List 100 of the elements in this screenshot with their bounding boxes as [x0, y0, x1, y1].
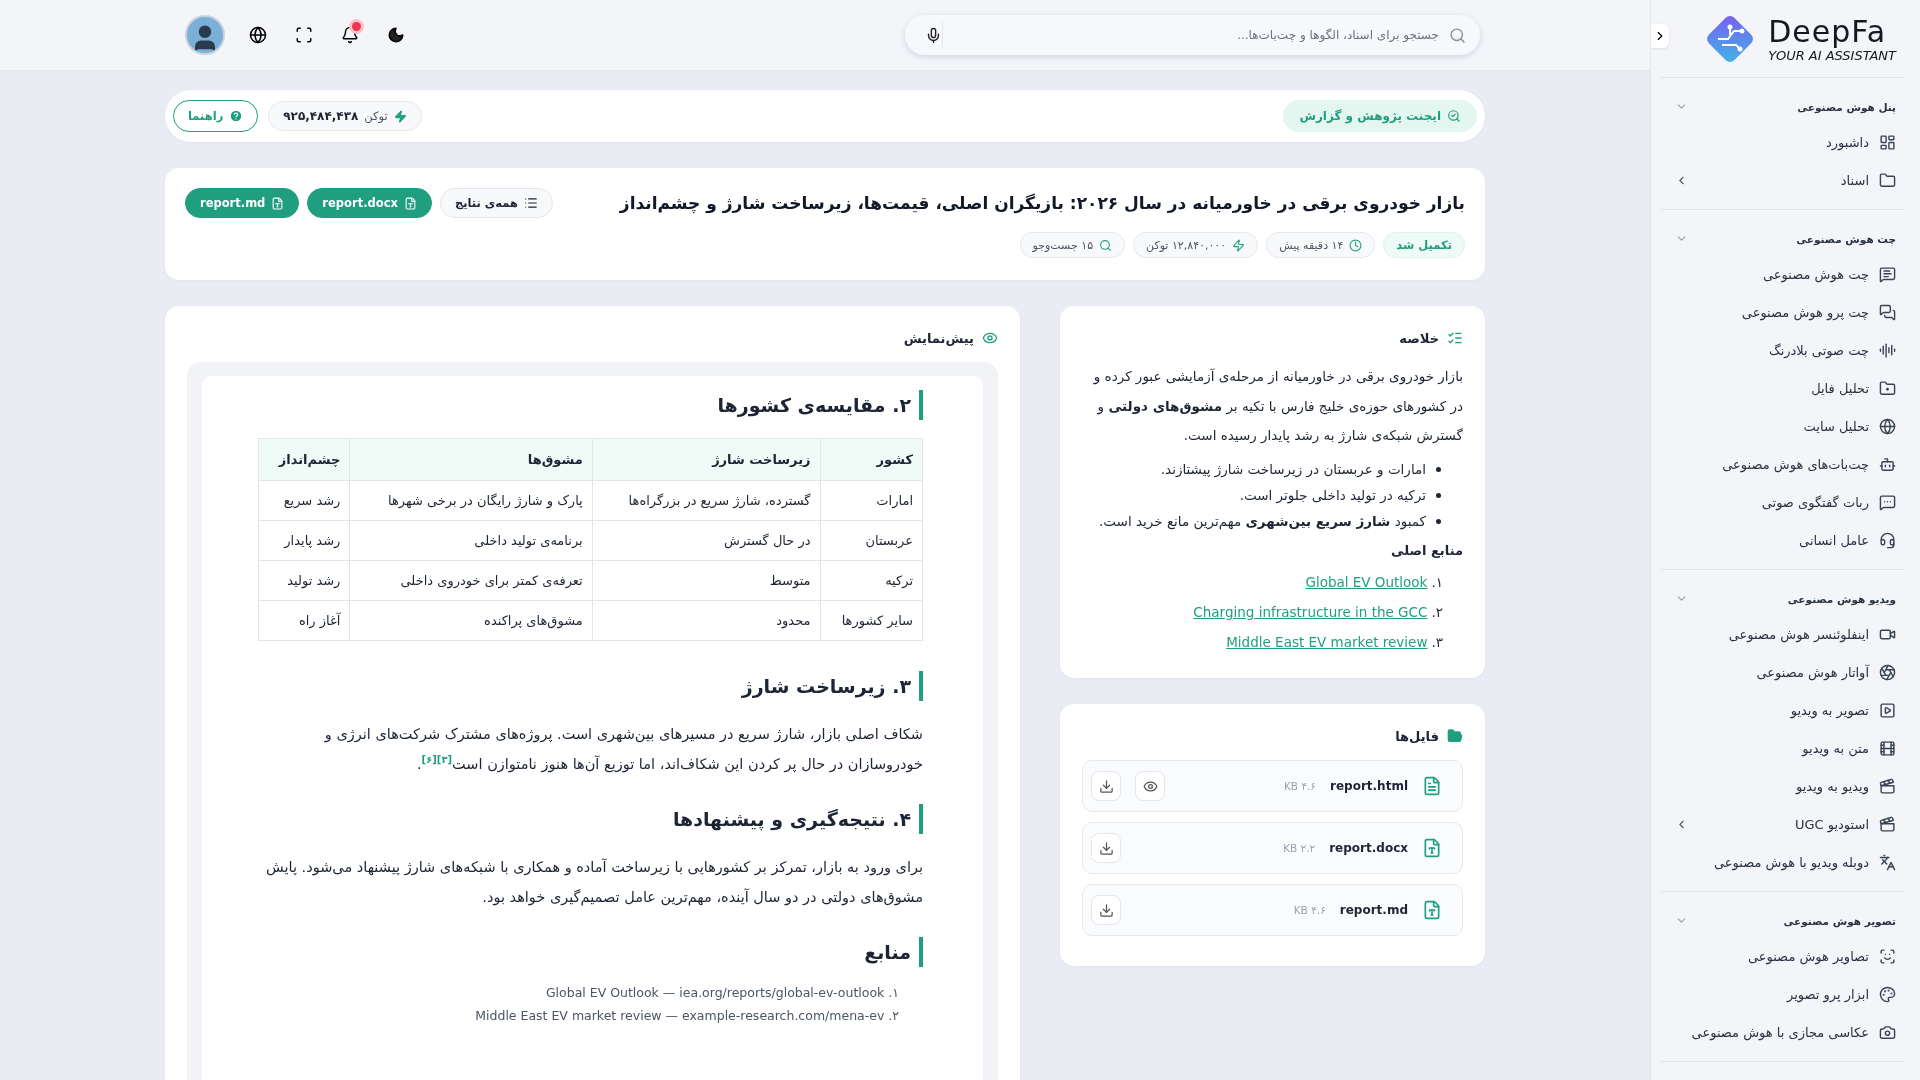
section-heading: ۴. نتیجه‌گیری و پیشنهادها — [258, 803, 923, 834]
preview-button[interactable] — [1135, 771, 1165, 802]
sidebar-group-header[interactable]: پنل هوش مصنوعی — [1661, 94, 1904, 123]
file-icon — [271, 196, 285, 210]
download-icon — [1098, 778, 1114, 794]
robot-icon — [1879, 455, 1896, 473]
file-icon — [1422, 838, 1442, 859]
lightning-icon — [393, 109, 407, 123]
sidebar-item[interactable]: ویدیو به ویدیو — [1661, 767, 1904, 805]
meta-chip: ۱۵ جست‌وجو — [1019, 232, 1126, 258]
search-icon — [1447, 109, 1461, 123]
search-field[interactable]: جستجو برای اسناد، الگوها و چت‌بات‌ها... — [905, 15, 1480, 55]
fullscreen-icon — [295, 26, 313, 44]
sidebar-item[interactable]: دوبله ویدیو با هوش مصنوعی — [1661, 843, 1904, 881]
token-label: توکن — [364, 109, 388, 123]
sidebar-item[interactable]: متن به ویدیو — [1661, 729, 1904, 767]
sidebar-item[interactable]: تحلیل فایل — [1661, 369, 1904, 407]
film-icon — [1879, 739, 1896, 757]
chat-icon — [1879, 265, 1896, 283]
report-title: بازار خودروی برقی در خاورمیانه در سال ۲۰۲۶: بازیگران اصلی، قیمت‌ها، زیرساخت شارژ و چشم‌انداز — [619, 193, 1465, 213]
panel-title: فایل‌ها — [1395, 728, 1439, 744]
bullet-dot — [1436, 492, 1441, 498]
table-cell: رشد تولید — [258, 560, 350, 601]
audio-wave-icon — [1879, 341, 1896, 359]
palette-icon — [1879, 985, 1896, 1003]
bullet-text: امارات و عربستان در زیرساخت شارژ پیشتازند. — [1160, 461, 1426, 478]
sidebar-item[interactable]: تصاویر هوش مصنوعی — [1661, 937, 1904, 975]
headset-icon — [1879, 531, 1896, 549]
file-icon — [403, 196, 417, 210]
avatar[interactable] — [185, 15, 225, 55]
folder-icon — [1447, 728, 1463, 745]
table-cell: آغاز راه — [258, 600, 350, 641]
section-heading: ۲. مقایسه‌ی کشورها — [258, 390, 923, 420]
table-cell: برنامه‌ی تولید داخلی — [349, 520, 593, 561]
file-size: ۴.۶ KB — [1283, 780, 1316, 793]
sidebar-item[interactable]: ابزار پرو تصویر — [1661, 975, 1904, 1013]
sidebar-item[interactable]: استودیو UGC — [1661, 805, 1904, 843]
table-header-cell: کشور — [820, 438, 923, 481]
sidebar-item[interactable]: داشبورد — [1661, 123, 1904, 161]
search-icon — [1099, 238, 1113, 252]
clapperboard-icon — [1879, 777, 1896, 795]
table-cell: تعرفه‌ی کمتر برای خودروی داخلی — [349, 560, 593, 601]
sidebar-item[interactable]: آواتار هوش مصنوعی — [1661, 653, 1904, 691]
table-cell: محدود — [592, 600, 821, 641]
search-input[interactable]: جستجو برای اسناد، الگوها و چت‌بات‌ها... — [951, 27, 1441, 43]
search-icon — [1449, 26, 1466, 44]
paragraph: شکاف اصلی بازار، شارژ سریع در مسیرهای بین‌شهری است. پروژه‌های مشترک شرکت‌های انرژی و خودروسازان در حال پر کردن این شکاف‌اند، اما توزیع آن‌ها هنوز نامتوازن است$^{[۳][۶]}$. — [323, 725, 923, 775]
chats-icon — [1879, 303, 1896, 321]
table-cell: پارک و شارژ رایگان در برخی شهرها — [349, 480, 593, 521]
globe-icon — [1879, 417, 1896, 435]
sidebar-item[interactable]: چت صوتی بلادرنگ — [1661, 331, 1904, 369]
chat-bubble-icon — [1879, 493, 1896, 511]
list-icon — [1447, 330, 1463, 346]
document-icon — [1422, 776, 1442, 797]
folder-icon — [1879, 379, 1896, 397]
file-size: ۲.۲ KB — [1283, 842, 1316, 855]
all-results-button[interactable]: همه‌ی نتایج — [439, 188, 553, 218]
sidebar-item[interactable]: تحلیل سایت — [1661, 407, 1904, 445]
table-header-cell: چشم‌انداز — [258, 438, 350, 481]
bullet-dot — [1436, 518, 1441, 524]
collapse-button[interactable] — [1651, 24, 1669, 48]
sidebar-item[interactable]: چت هوش مصنوعی — [1661, 255, 1904, 293]
clapperboard-icon — [1879, 815, 1896, 833]
sidebar-group-header[interactable]: ویدیو هوش مصنوعی — [1661, 586, 1904, 615]
microphone-icon — [925, 26, 942, 44]
sidebar-item[interactable]: اینفلوئنسر هوش مصنوعی — [1661, 615, 1904, 653]
file-icon — [1422, 900, 1442, 921]
sidebar-item[interactable]: چت پرو هوش مصنوعی — [1661, 293, 1904, 331]
sidebar-item[interactable]: عامل انسانی — [1661, 521, 1904, 559]
table-cell: مشوق‌های پراکنده — [349, 600, 593, 641]
sidebar-group-header[interactable]: تصویر هوش مصنوعی — [1661, 908, 1904, 937]
moon-icon — [387, 26, 405, 44]
source-number: ۱. — [1431, 574, 1443, 591]
scan-icon — [1879, 947, 1896, 965]
summary-paragraph: بازار خودروی برقی در خاورمیانه از مرحله‌ی آزمایشی عبور کرده و در کشورهای حوزه‌ی خلیج فارس با تکیه بر مشوق‌های دولتی و گسترش شبکه‌ی شارژ به رشد پایدار رسیده است. — [1092, 367, 1463, 446]
list-icon — [524, 196, 538, 210]
sidebar-item[interactable]: ربات گفتگوی صوتی — [1661, 483, 1904, 521]
translate-icon — [1879, 853, 1896, 871]
panel-title: پیش‌نمایش — [903, 330, 974, 346]
download-button[interactable] — [1091, 771, 1121, 802]
sidebar-item[interactable]: چت‌بات‌های هوش مصنوعی — [1661, 445, 1904, 483]
download-button[interactable] — [1091, 833, 1121, 864]
download-icon — [1098, 840, 1114, 856]
sidebar-item[interactable]: اسناد — [1661, 161, 1904, 199]
table-cell: سایر کشورها — [820, 600, 923, 641]
table-cell: در حال گسترش — [592, 520, 821, 561]
grid-icon — [1879, 133, 1896, 151]
table-cell: ترکیه — [820, 560, 923, 601]
panel-title: خلاصه — [1399, 330, 1439, 346]
sidebar-group-header[interactable]: چت هوش مصنوعی — [1661, 226, 1904, 255]
download-button[interactable] — [1091, 895, 1121, 926]
section-heading: ۳. زیرساخت شارژ — [258, 671, 923, 701]
sources-title: منابع اصلی — [1390, 543, 1463, 559]
eye-icon — [1142, 778, 1158, 794]
sidebar-item[interactable]: عکاسی مجازی با هوش مصنوعی — [1661, 1013, 1904, 1051]
play-icon — [1879, 701, 1896, 719]
token-value: ۹۲۵,۴۸۴,۴۳۸ — [283, 109, 359, 123]
download-icon — [1098, 902, 1114, 918]
clock-icon — [1349, 238, 1363, 252]
sidebar-item[interactable]: تصویر به ویدیو — [1661, 691, 1904, 729]
